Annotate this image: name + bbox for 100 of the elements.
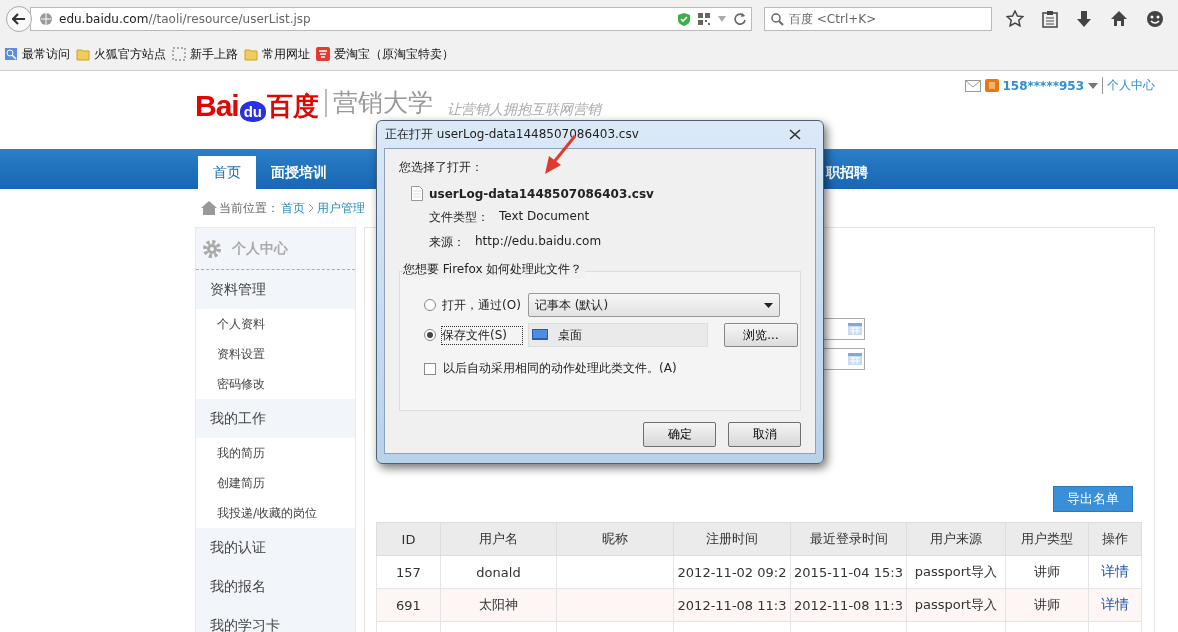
globe-icon [39,12,53,26]
folder-icon [244,47,258,61]
dialog-button[interactable]: 确定 [643,422,716,447]
user-phone[interactable]: 158*****953 [1002,78,1084,93]
address-bar[interactable]: edu.baidu.com//taoli/resource/userList.jsp [30,7,752,31]
message-badge-icon [984,79,999,92]
column-header: 用户类型 [1005,522,1089,556]
breadcrumb-link[interactable]: 用户管理 [317,199,365,217]
file-type-label: 文件类型： [429,209,489,226]
site-title: 营销大学 [325,89,433,117]
qr-code-icon [697,12,711,26]
table-cell: passport导入 [906,588,1006,622]
table-cell: 2012-11-02 09:2 [673,555,791,589]
breadcrumb-link[interactable]: 首页 [281,199,305,217]
sidebar-item[interactable]: 我的简历 [196,438,355,468]
caret-icon [764,302,773,308]
desktop-icon [532,329,548,341]
dialog-title: 正在打开 userLog-data1448507086403.csv [385,126,639,143]
column-header: 注册时间 [673,522,791,556]
reload-icon [733,12,747,26]
sidebar-item[interactable]: 资料设置 [196,339,355,369]
dialog-button[interactable]: 取消 [728,422,801,447]
option-label[interactable]: 打开，通过(O) [442,296,522,314]
bookmark-item[interactable]: 常用网址 [262,45,310,63]
smiley-icon[interactable] [1146,10,1164,28]
question-text: 您想要 Firefox 如何处理此文件？ [403,261,586,278]
back-button[interactable] [6,6,32,32]
caret-icon [1088,81,1098,90]
folder-icon [76,47,90,61]
checkbox[interactable] [424,362,436,375]
chevron-icon [307,203,315,213]
logo-text: 百度 [267,89,319,123]
folder-name: 桌面 [558,326,582,344]
bookmark-item[interactable]: 新手上路 [190,45,238,63]
sidebar-group[interactable]: 资料管理 [196,270,355,309]
sidebar-title: 个人中心 [232,239,288,258]
table-cell: passport导入 [906,555,1006,589]
option-label[interactable]: 保存文件(S) [442,326,522,344]
column-header: 用户来源 [906,522,1006,556]
home-icon[interactable] [1110,10,1128,27]
shield-icon [677,11,691,27]
dropdown-icon [717,15,727,23]
search-field[interactable]: 百度 <Ctrl+K> [764,7,992,31]
mail-icon [964,79,981,92]
search-placeholder: 百度 <Ctrl+K> [789,10,877,28]
shop-icon [316,47,330,61]
smart-folder-icon [4,47,18,61]
nav-tab[interactable]: 首页 [198,156,256,189]
calendar-icon [848,353,862,365]
prompt-text: 您选择了打开： [399,159,484,176]
home-icon [201,201,217,215]
bookmark-item[interactable]: 火狐官方站点 [94,45,166,63]
table-cell: 157 [376,555,441,589]
radio-button[interactable] [424,329,436,341]
file-type-value: Text Document [499,209,590,225]
sidebar-group[interactable]: 我的学习卡 [196,606,355,632]
gear-icon [202,238,222,259]
sidebar-item[interactable]: 密码修改 [196,369,355,399]
table-cell: 2012-11-08 11:3 [673,588,791,622]
dashed-page-icon [172,47,186,61]
bookmark-item[interactable]: 爱淘宝（原淘宝特卖） [334,45,454,63]
column-header: 最近登录时间 [790,522,907,556]
clipboard-icon[interactable] [1042,10,1058,28]
table-cell: donald [440,555,557,589]
sidebar-item[interactable]: 个人资料 [196,309,355,339]
paw-logo: du [239,100,266,122]
browse-button[interactable]: 浏览... [724,323,798,347]
sidebar-group[interactable]: 我的工作 [196,399,355,438]
table-cell: 太阳神 [440,588,557,622]
sidebar-item[interactable]: 我投递/收藏的岗位 [196,498,355,528]
document-icon [411,186,423,201]
table-cell: 2015-11-04 15:3 [790,555,907,589]
sidebar-group[interactable]: 我的报名 [196,567,355,606]
sidebar-item[interactable]: 创建简历 [196,468,355,498]
file-name: userLog-data1448507086403.csv [429,186,654,201]
table-cell: 讲师 [1005,588,1089,622]
table-cell: 讲师 [1005,555,1089,589]
bookmark-star-icon[interactable] [1006,10,1024,28]
back-arrow-icon [12,13,26,25]
user-center-link[interactable]: 个人中心 [1102,77,1155,94]
close-icon [789,129,801,140]
radio-button[interactable] [424,299,436,311]
checkbox-label: 以后自动采用相同的动作处理此类文件。(A) [443,360,677,377]
search-icon [771,12,784,26]
table-cell: 691 [376,588,441,622]
bookmark-item[interactable]: 最常访问 [22,45,70,63]
download-icon[interactable] [1076,10,1092,28]
app-dropdown[interactable]: 记事本 (默认) [528,293,780,317]
nav-tab[interactable]: 职招聘 [826,156,883,189]
column-header: 用户名 [440,522,557,556]
logo-text: Bai [195,89,239,123]
nav-tab[interactable]: 面授培训 [256,156,342,189]
sidebar-group[interactable]: 我的认证 [196,528,355,567]
column-header: 操作 [1088,522,1142,556]
column-header: 昵称 [556,522,674,556]
table-cell: 2012-11-08 11:3 [790,588,907,622]
breadcrumb-label: 当前位置： [219,199,279,217]
url-text: edu.baidu.com//taoli/resource/userList.jsp [59,12,312,26]
calendar-icon [848,323,862,335]
file-source-label: 来源： [429,234,465,251]
